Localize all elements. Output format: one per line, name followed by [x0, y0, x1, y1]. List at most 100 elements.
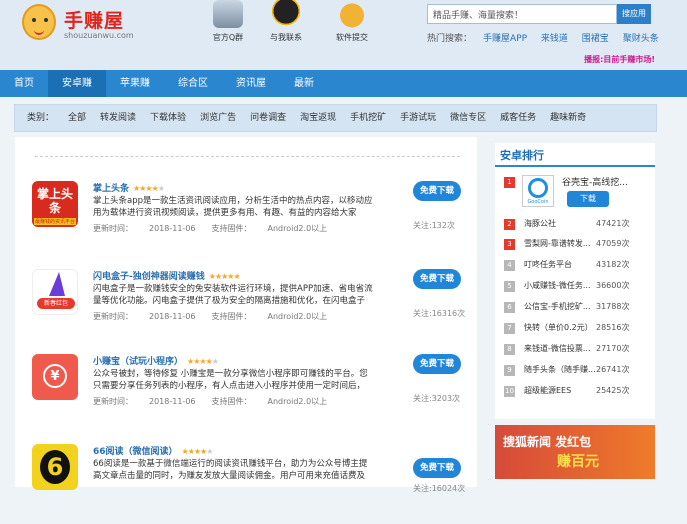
attention-count: 关注:16024次 [413, 484, 466, 493]
rank-count: 43182次 [596, 260, 630, 269]
site-logo[interactable]: 手赚屋 shouzuanwu.com [22, 4, 162, 42]
nav-latest[interactable]: 最新 [280, 70, 328, 97]
ranking-top-item[interactable]: 1 GooCoin 谷壳宝-高线挖... 下载 [500, 173, 655, 213]
category-all[interactable]: 全部 [68, 105, 86, 131]
rating-stars: ★★★★★ [208, 272, 241, 281]
ranking-app-name[interactable]: 谷壳宝-高线挖... [562, 175, 628, 188]
category-item[interactable]: 转发阅读 [100, 105, 136, 131]
ranking-item[interactable]: 9 随手头条（随手赚... 26741次 [500, 361, 655, 381]
promo-banner[interactable]: 搜狐新闻 发红包 赚百元 [495, 425, 655, 479]
main-nav: 首页 安卓赚 苹果赚 综合区 资讯屋 最新 [0, 70, 687, 97]
list-item: 掌上头条 最赚钱的资讯平台 掌上头条 ★★★★★ 掌上头条app是一款生活资讯阅读… [32, 181, 467, 261]
rank-count: 47059次 [596, 239, 630, 248]
app-title-row[interactable]: 66阅读（微信阅读） ★★★★★ [93, 444, 213, 457]
category-item[interactable]: 问卷调查 [250, 105, 286, 131]
yuan-icon: ¥ [43, 364, 67, 388]
thumb-text: 新春红包 [37, 298, 75, 309]
app-title[interactable]: 掌上头条 [93, 184, 129, 194]
ranking-item[interactable]: 8 来钱道-微信投票... 27170次 [500, 340, 655, 360]
category-item[interactable]: 威客任务 [500, 105, 536, 131]
app-thumbnail[interactable]: ¥ [32, 354, 78, 400]
rank-name[interactable]: 随手头条（随手赚... [524, 364, 596, 375]
app-description: 66阅读是一款基于微信端运行的阅读资讯赚钱平台，助力为公众号博主提高文章点击量的… [93, 459, 368, 481]
rank-number: 1 [504, 177, 515, 188]
hot-search-link[interactable]: 手赚屋APP [483, 34, 527, 44]
app-title-row[interactable]: 小赚宝（试玩小程序） ★★★★★ [93, 354, 219, 367]
rank-name[interactable]: 叮咚任务平台 [524, 259, 572, 270]
app-list: 掌上头条 最赚钱的资讯平台 掌上头条 ★★★★★ 掌上头条app是一款生活资讯阅读… [15, 137, 477, 493]
rank-number: 10 [504, 386, 515, 397]
app-title[interactable]: 66阅读（微信阅读） [93, 447, 178, 457]
app-title-row[interactable]: 闪电盒子-独创神器阅读赚钱 ★★★★★ [93, 269, 241, 282]
nav-apple[interactable]: 苹果赚 [106, 70, 164, 97]
list-item: 新春红包 闪电盒子-独创神器阅读赚钱 ★★★★★ 闪电盒子是一款赚钱安全的免安装软… [32, 269, 467, 349]
coin-logo-text: GooCoin [527, 199, 549, 205]
download-button[interactable]: 下载 [567, 191, 609, 207]
thumb-sub: 最赚钱的资讯平台 [34, 218, 76, 225]
ranking-item[interactable]: 4 叮咚任务平台 43182次 [500, 256, 655, 276]
nav-general[interactable]: 综合区 [164, 70, 222, 97]
download-button[interactable]: 免费下载 [413, 354, 461, 374]
download-button[interactable]: 免费下载 [413, 458, 461, 478]
rank-name[interactable]: 海豚公社 [524, 218, 556, 229]
ranking-item[interactable]: 10 超级能源EES 25425次 [500, 382, 655, 402]
search-button[interactable]: 搜应用 [617, 4, 651, 24]
nav-home[interactable]: 首页 [0, 70, 48, 97]
submit-software-link[interactable]: 软件提交 [322, 0, 382, 43]
rank-count: 26741次 [596, 365, 630, 374]
app-meta: 更新时间： 2018-11-06 支持固件： Android2.0以上 [93, 311, 343, 322]
hot-search-link[interactable]: 围裙宝 [582, 34, 609, 44]
download-button[interactable]: 免费下载 [413, 269, 461, 289]
rank-count: 28516次 [596, 323, 630, 332]
rank-number: 7 [504, 323, 515, 334]
thumb-text: 掌上头条 [36, 187, 73, 215]
category-item[interactable]: 趣味新奇 [550, 105, 586, 131]
rank-name[interactable]: 小咸赚钱-微任务... [524, 280, 591, 291]
app-title-row[interactable]: 掌上头条 ★★★★★ [93, 181, 165, 194]
qq-penguin-icon [271, 0, 301, 28]
update-date: 2018-11-06 [149, 397, 196, 406]
nav-news[interactable]: 资讯屋 [222, 70, 280, 97]
rank-name[interactable]: 快转（单价0.2元） [524, 322, 593, 333]
category-item[interactable]: 手机挖矿 [350, 105, 386, 131]
rank-name[interactable]: 超级能源EES [524, 385, 571, 396]
app-title[interactable]: 闪电盒子-独创神器阅读赚钱 [93, 272, 205, 282]
ranking-item[interactable]: 3 雪梨网-靠谱转发... 47059次 [500, 235, 655, 255]
category-item[interactable]: 微信专区 [450, 105, 486, 131]
rating-stars: ★★★★★ [133, 184, 165, 193]
rank-count: 27170次 [596, 344, 630, 353]
lightning-icon [49, 272, 65, 296]
nav-android[interactable]: 安卓赚 [48, 70, 106, 97]
app-thumbnail[interactable]: 掌上头条 最赚钱的资讯平台 [32, 181, 78, 227]
ranking-item[interactable]: 7 快转（单价0.2元） 28516次 [500, 319, 655, 339]
ranking-item[interactable]: 2 海豚公社 47421次 [500, 215, 655, 235]
notice-ticker[interactable]: 播报:目前手赚市场! [584, 54, 655, 65]
divider [35, 156, 460, 157]
ranking-item[interactable]: 6 公信宝-手机挖矿... 31788次 [500, 298, 655, 318]
rank-name[interactable]: 公信宝-手机挖矿... [524, 301, 591, 312]
rank-name[interactable]: 雪梨网-靠谱转发... [524, 238, 591, 249]
search-input[interactable]: 精品手赚、海量搜索！ [427, 4, 617, 24]
category-item[interactable]: 下载体验 [150, 105, 186, 131]
contact-me-link[interactable]: 与我联系 [256, 0, 316, 43]
official-qq-group-link[interactable]: 官方Q群 [198, 0, 258, 43]
hot-search-link[interactable]: 来钱道 [541, 34, 568, 44]
app-title[interactable]: 小赚宝（试玩小程序） [93, 357, 183, 367]
category-item[interactable]: 手游试玩 [400, 105, 436, 131]
app-thumbnail[interactable]: GooCoin [522, 175, 554, 207]
top-icon-label: 与我联系 [270, 33, 302, 42]
download-button[interactable]: 免费下载 [413, 181, 461, 201]
category-item[interactable]: 浏览广告 [200, 105, 236, 131]
firmware-value: Android2.0以上 [267, 224, 328, 233]
category-item[interactable]: 淘宝返现 [300, 105, 336, 131]
app-thumbnail[interactable]: 新春红包 [32, 269, 78, 315]
app-meta: 更新时间： 2018-11-06 支持固件： Android2.0以上 [93, 223, 343, 234]
rank-name[interactable]: 来钱道-微信投票... [524, 343, 591, 354]
update-label: 更新时间： [93, 224, 133, 233]
category-bar: 类别： 全部 转发阅读 下载体验 浏览广告 问卷调查 淘宝返现 手机挖矿 手游试… [14, 104, 657, 132]
ranking-item[interactable]: 5 小咸赚钱-微任务... 36600次 [500, 277, 655, 297]
app-thumbnail[interactable]: 6 [32, 444, 78, 490]
hot-search-link[interactable]: 聚财头条 [623, 34, 659, 44]
update-date: 2018-11-06 [149, 312, 196, 321]
firmware-label: 支持固件： [211, 312, 252, 321]
